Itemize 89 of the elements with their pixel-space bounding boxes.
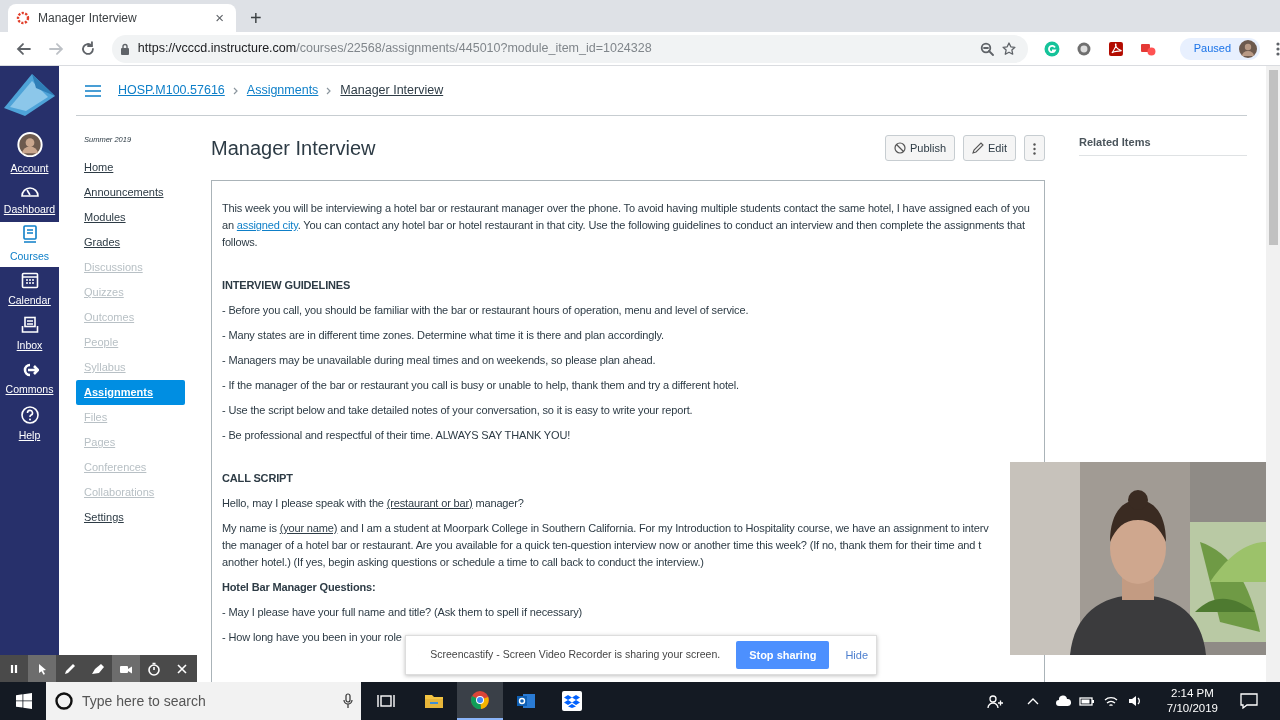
pen-icon [63, 661, 77, 676]
course-nav-link[interactable]: Home [76, 155, 185, 181]
pencil-icon [972, 142, 985, 154]
reload-icon[interactable] [79, 40, 96, 57]
paragraph: - Be professional and respectful of their time. ALWAYS SAY THANK YOU! [222, 428, 572, 443]
extension-icon[interactable] [1075, 40, 1092, 57]
course-nav-link[interactable]: Announcements [76, 180, 185, 206]
section-heading: Hotel Bar Manager Questions: [222, 580, 377, 595]
text-line: another hotel.) (If yes, begin asking questions or schedule a time to call back to conduct the interview.) [222, 555, 705, 570]
paragraph: - Many states are in different time zones. Determine what time it is there and plan accordingly. [222, 328, 665, 343]
cloud-icon[interactable] [1054, 693, 1071, 709]
star-icon[interactable] [1002, 41, 1016, 56]
people-icon[interactable] [986, 693, 1003, 709]
lock-icon [119, 42, 130, 55]
paragraph: - Before you call, you should be familiar with the bar or restaurant hours of operation, menu and level of service. [222, 303, 750, 318]
cortana-icon [54, 691, 74, 711]
sidebar-heading: Related Items [1079, 116, 1247, 156]
camera-tool-button[interactable] [112, 655, 140, 682]
scrollbar-thumb[interactable] [1268, 70, 1278, 245]
nav-item[interactable]: Account [0, 132, 59, 177]
clock[interactable]: 2:14 PM 7/10/2019 [1166, 686, 1218, 716]
paragraph: - Use the script below and take detailed notes of your conversation, so it is easy to write your report. [222, 403, 694, 418]
tab-close-button[interactable]: × [211, 6, 228, 30]
course-nav-link[interactable]: Modules [76, 205, 185, 231]
breadcrumb-link[interactable]: Assignments [246, 81, 319, 100]
highlighter-icon [91, 661, 105, 676]
chrome-icon [470, 690, 490, 710]
inbox-icon [20, 315, 39, 334]
book-icon [20, 224, 39, 245]
edit-button[interactable]: Edit [963, 135, 1016, 161]
paragraph: - May I please have your full name and title? (Ask them to spell if necessary) [222, 605, 584, 620]
url-text: https://vcccd.instructure.com/courses/22568/assignments/445010?module_item_id=1024328 [137, 40, 653, 58]
hide-link[interactable]: Hide [845, 646, 868, 664]
paragraph: - How long have you been in your role [222, 630, 403, 645]
new-tab-button[interactable]: + [244, 8, 268, 28]
help-icon [20, 405, 39, 424]
blocked-icon [893, 142, 906, 154]
app-logo-icon [16, 11, 30, 25]
zoom-out-icon[interactable] [980, 41, 994, 56]
tab-title: Manager Interview [38, 10, 138, 27]
speaker-icon[interactable] [1126, 693, 1143, 709]
share-message: Screencastify - Screen Video Recorder is sharing your screen. [430, 647, 721, 663]
timer-icon [147, 661, 161, 676]
paragraph: - If the manager of the bar or restaurant you call is busy or unable to help, thank them and try a different hotel. [222, 378, 740, 393]
microphone-icon [343, 693, 353, 709]
address-bar[interactable]: https://vcccd.instructure.com/courses/22568/assignments/445010?module_item_id=1024328 [111, 34, 1028, 63]
section-heading: INTERVIEW GUIDELINES [222, 278, 352, 293]
box-app-icon [562, 691, 582, 711]
nav-item[interactable]: Help [0, 402, 59, 447]
nav-item[interactable]: Dashboard [0, 177, 59, 222]
calendar-icon [20, 270, 39, 289]
paragraph: This week you will be interviewing a hotel bar or restaurant manager over the phone. To avoid having multiple students contact the same hotel, I have assigned each of you an assigned city. You can contact any hotel bar or hotel restaurant in that city. Use the following guidelines to conduct an interview and then complete the assignments that follows. [222, 201, 1031, 250]
windows-start-icon[interactable] [16, 693, 32, 709]
pdf-icon[interactable] [1107, 40, 1124, 57]
cursor-tool-button[interactable] [28, 655, 56, 682]
course-nav-link[interactable]: Grades [76, 230, 185, 256]
course-nav-link[interactable]: Assignments [76, 380, 185, 406]
profile-button[interactable]: Paused [1179, 37, 1261, 60]
more-options-button[interactable] [1024, 135, 1045, 161]
menu-icon[interactable] [84, 83, 102, 98]
scrollbar[interactable] [1266, 66, 1280, 682]
paragraph: - Managers may be unavailable during meal times and on weekends, so please plan ahead. [222, 353, 657, 368]
breadcrumb-link[interactable]: Manager Interview [340, 81, 444, 100]
taskbar-search-field[interactable]: Type here to search [46, 682, 361, 720]
avatar-icon [1239, 39, 1258, 58]
page-title: Manager Interview [211, 136, 376, 160]
course-nav-link[interactable]: Settings [76, 505, 185, 531]
kebab-icon [1033, 142, 1036, 155]
task-view-icon[interactable] [377, 693, 395, 709]
chevron-icon [326, 86, 333, 95]
nav-item[interactable]: Commons [0, 357, 59, 402]
browser-tab[interactable]: Manager Interview × [8, 4, 236, 32]
notification-icon[interactable] [1240, 693, 1258, 709]
nav-item[interactable]: Calendar [0, 267, 59, 312]
text-line: My name is (your name) and I am a student at Moorpark College in Southern California. For my Introduction to Hospitality course, we have an assignment to interv [222, 521, 990, 536]
text-line: the manager of a hotel bar or restaurant. Are you available for a quick ten-question interview now or another time this week? (If no, thank them for their time and t [222, 538, 983, 553]
more-icon[interactable] [1276, 40, 1280, 57]
section-heading: CALL SCRIPT [222, 471, 294, 486]
publish-button[interactable]: Publish [884, 135, 956, 161]
breadcrumb-link[interactable]: HOSP.M100.57616 [118, 81, 225, 100]
back-icon[interactable] [16, 40, 32, 57]
paragraph: Hello, may I please speak with the (restaurant or bar) manager? [222, 496, 525, 511]
nav-item[interactable]: Courses [0, 222, 59, 267]
avatar-icon [16, 132, 43, 158]
assigned-city-link[interactable]: assigned city [236, 219, 298, 231]
mail-app-icon [516, 691, 536, 711]
close-icon [175, 661, 189, 676]
chevron-icon [232, 86, 239, 95]
nav-item[interactable]: Inbox [0, 312, 59, 357]
